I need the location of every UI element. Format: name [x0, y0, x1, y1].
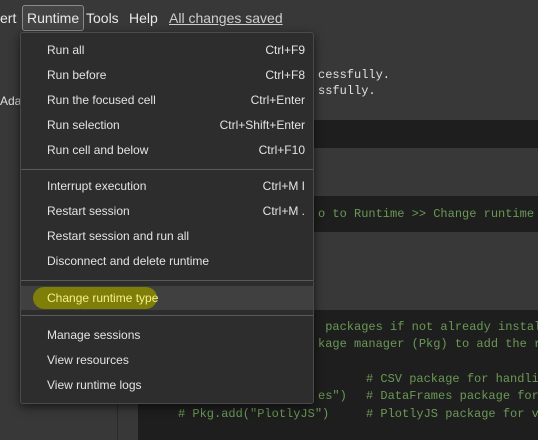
menu-item-run-all[interactable]: Run all Ctrl+F9 [21, 38, 313, 62]
menu-insert[interactable]: ert [0, 6, 16, 30]
menu-item-label: Run all [47, 43, 85, 57]
menu-item-shortcut: Ctrl+M I [262, 179, 305, 193]
menu-item-run-selection[interactable]: Run selection Ctrl+Shift+Enter [21, 113, 313, 137]
output-line-2: ssfully. [318, 84, 376, 98]
code-comment-dataframes: # DataFrames package for [366, 389, 538, 403]
menu-item-view-runtime-logs[interactable]: View runtime logs [21, 373, 313, 397]
menu-runtime[interactable]: Runtime [22, 5, 85, 31]
menu-item-label: View resources [47, 353, 129, 367]
menu-item-shortcut: Ctrl+F10 [258, 143, 305, 157]
menu-item-label: Run selection [47, 118, 120, 132]
code-comment-plotly: # PlotlyJS package for vi [366, 407, 538, 421]
menu-separator [21, 315, 313, 316]
menu-item-label: Run before [47, 68, 107, 82]
menu-separator [21, 280, 313, 281]
code-es-close: es") [318, 389, 347, 403]
menu-item-label: Change runtime type [47, 291, 159, 305]
menu-item-interrupt-execution[interactable]: Interrupt execution Ctrl+M I [21, 174, 313, 198]
menu-item-shortcut: Ctrl+Enter [250, 93, 305, 107]
menu-tools[interactable]: Tools [86, 6, 119, 30]
menu-item-run-focused-cell[interactable]: Run the focused cell Ctrl+Enter [21, 88, 313, 112]
code-comment-pkg-2: kage manager (Pkg) to add the req [318, 337, 538, 351]
menu-item-change-runtime-type[interactable]: Change runtime type [21, 286, 313, 310]
menu-item-shortcut: Ctrl+M . [262, 204, 305, 218]
menu-item-view-resources[interactable]: View resources [21, 348, 313, 372]
menu-item-label: Interrupt execution [47, 179, 147, 193]
output-line-1: cessfully. [318, 68, 391, 82]
menu-item-label: Run the focused cell [47, 93, 156, 107]
menu-help[interactable]: Help [129, 6, 158, 30]
menu-item-label: Run cell and below [47, 143, 149, 157]
menu-bar: ert Runtime Tools Help All changes saved [0, 0, 538, 36]
menu-item-shortcut: Ctrl+F9 [265, 43, 305, 57]
code-comment-pkg-1: packages if not already installe [318, 320, 538, 334]
menu-item-restart-and-run-all[interactable]: Restart session and run all [21, 224, 313, 248]
menu-item-label: Restart session and run all [47, 229, 190, 243]
menu-item-label: Restart session [47, 204, 130, 218]
menu-item-disconnect-delete-runtime[interactable]: Disconnect and delete runtime [21, 249, 313, 273]
menu-item-label: View runtime logs [47, 378, 142, 392]
code-pkg-plotly: # Pkg.add("PlotlyJS") [178, 407, 330, 421]
menu-item-run-cell-and-below[interactable]: Run cell and below Ctrl+F10 [21, 138, 313, 162]
menu-item-label: Disconnect and delete runtime [47, 254, 210, 268]
menu-item-shortcut: Ctrl+Shift+Enter [219, 118, 305, 132]
menu-item-label: Manage sessions [47, 328, 141, 342]
menu-item-manage-sessions[interactable]: Manage sessions [21, 323, 313, 347]
menu-item-restart-session[interactable]: Restart session Ctrl+M . [21, 199, 313, 223]
menu-item-run-before[interactable]: Run before Ctrl+F8 [21, 63, 313, 87]
code-comment-csv: # CSV package for handlin [366, 372, 538, 386]
runtime-dropdown-menu: Run all Ctrl+F9 Run before Ctrl+F8 Run t… [20, 32, 314, 404]
menu-separator [21, 169, 313, 170]
menu-item-shortcut: Ctrl+F8 [265, 68, 305, 82]
code-comment-runtime: o to Runtime >> Change runtime ty [318, 207, 538, 221]
save-status-link[interactable]: All changes saved [169, 6, 283, 30]
